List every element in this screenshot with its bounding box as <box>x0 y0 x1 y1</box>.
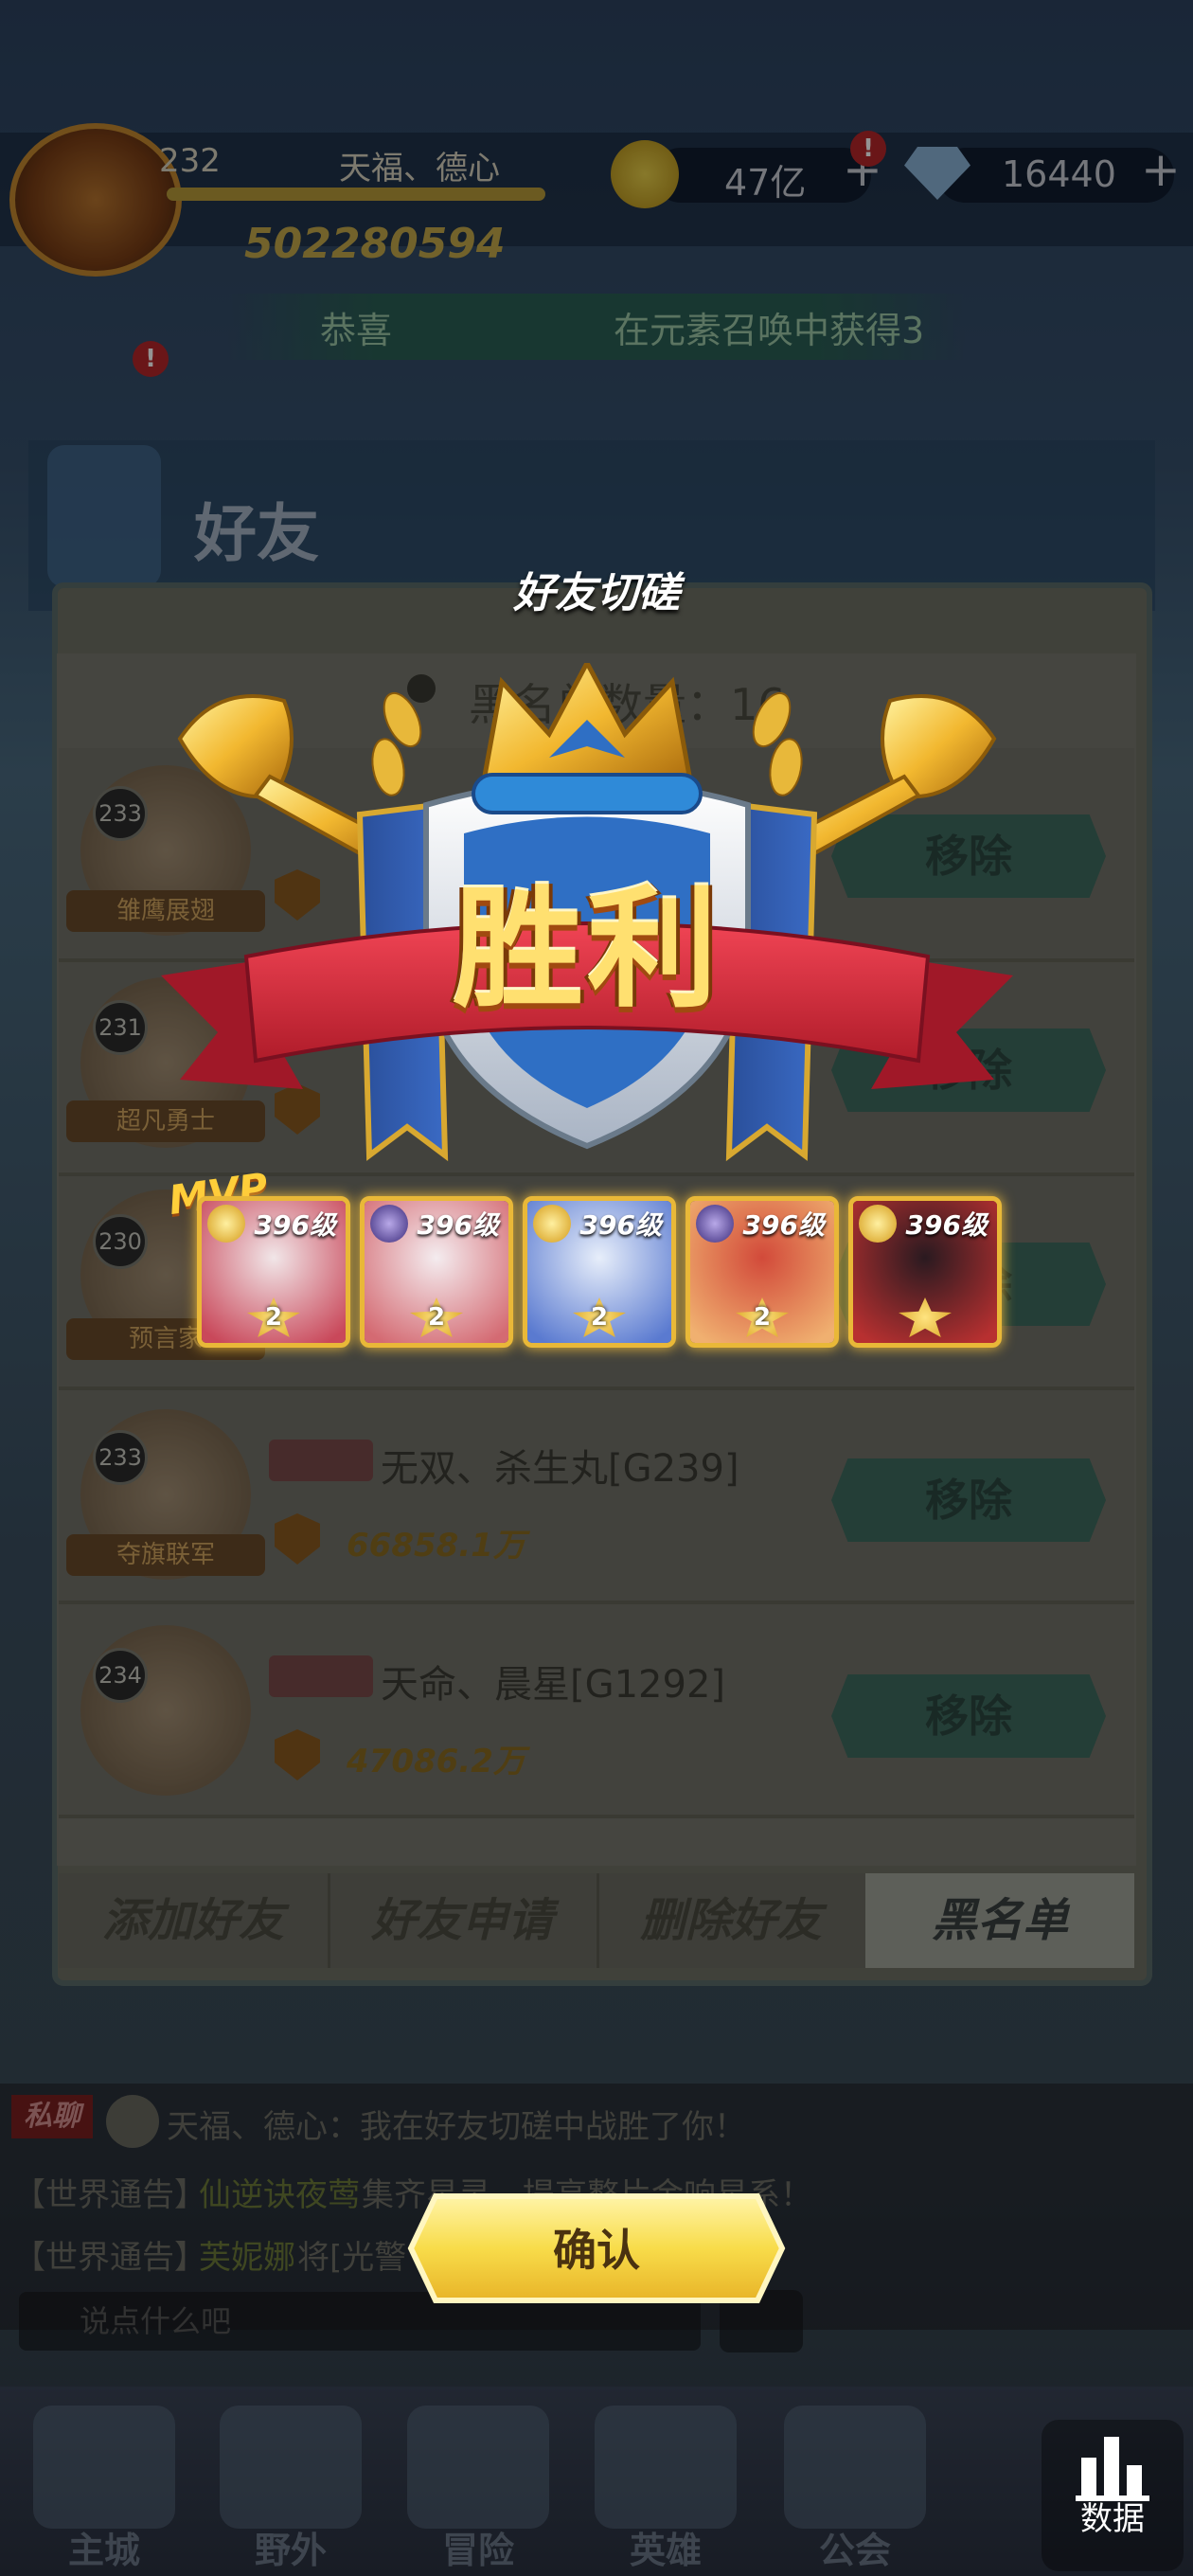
hero-card[interactable]: 396级 2 <box>686 1196 839 1348</box>
hero-star-count: 2 <box>427 1303 446 1332</box>
hero-level: 396级 <box>905 1209 988 1241</box>
hero-level: 396级 <box>417 1209 499 1241</box>
hero-card[interactable]: 396级 <box>848 1196 1002 1348</box>
hero-level: 396级 <box>579 1209 662 1241</box>
victory-text: 胜利 <box>452 871 721 1026</box>
hero-card[interactable]: 396级 2 <box>197 1196 350 1348</box>
crown-icon <box>472 663 703 814</box>
hero-level: 396级 <box>254 1209 336 1241</box>
hero-star-count: 2 <box>264 1303 283 1332</box>
battle-result-title: 好友切磋 <box>513 569 680 617</box>
hero-star-count: 2 <box>590 1303 609 1332</box>
data-label[interactable]: 数据 <box>1042 2493 1184 2539</box>
hero-card[interactable]: 396级 2 <box>523 1196 676 1348</box>
hero-level: 396级 <box>742 1209 825 1241</box>
hero-card[interactable]: 396级 2 <box>360 1196 513 1348</box>
confirm-label[interactable]: 确认 <box>407 2216 786 2279</box>
hero-star-count: 2 <box>753 1303 772 1332</box>
